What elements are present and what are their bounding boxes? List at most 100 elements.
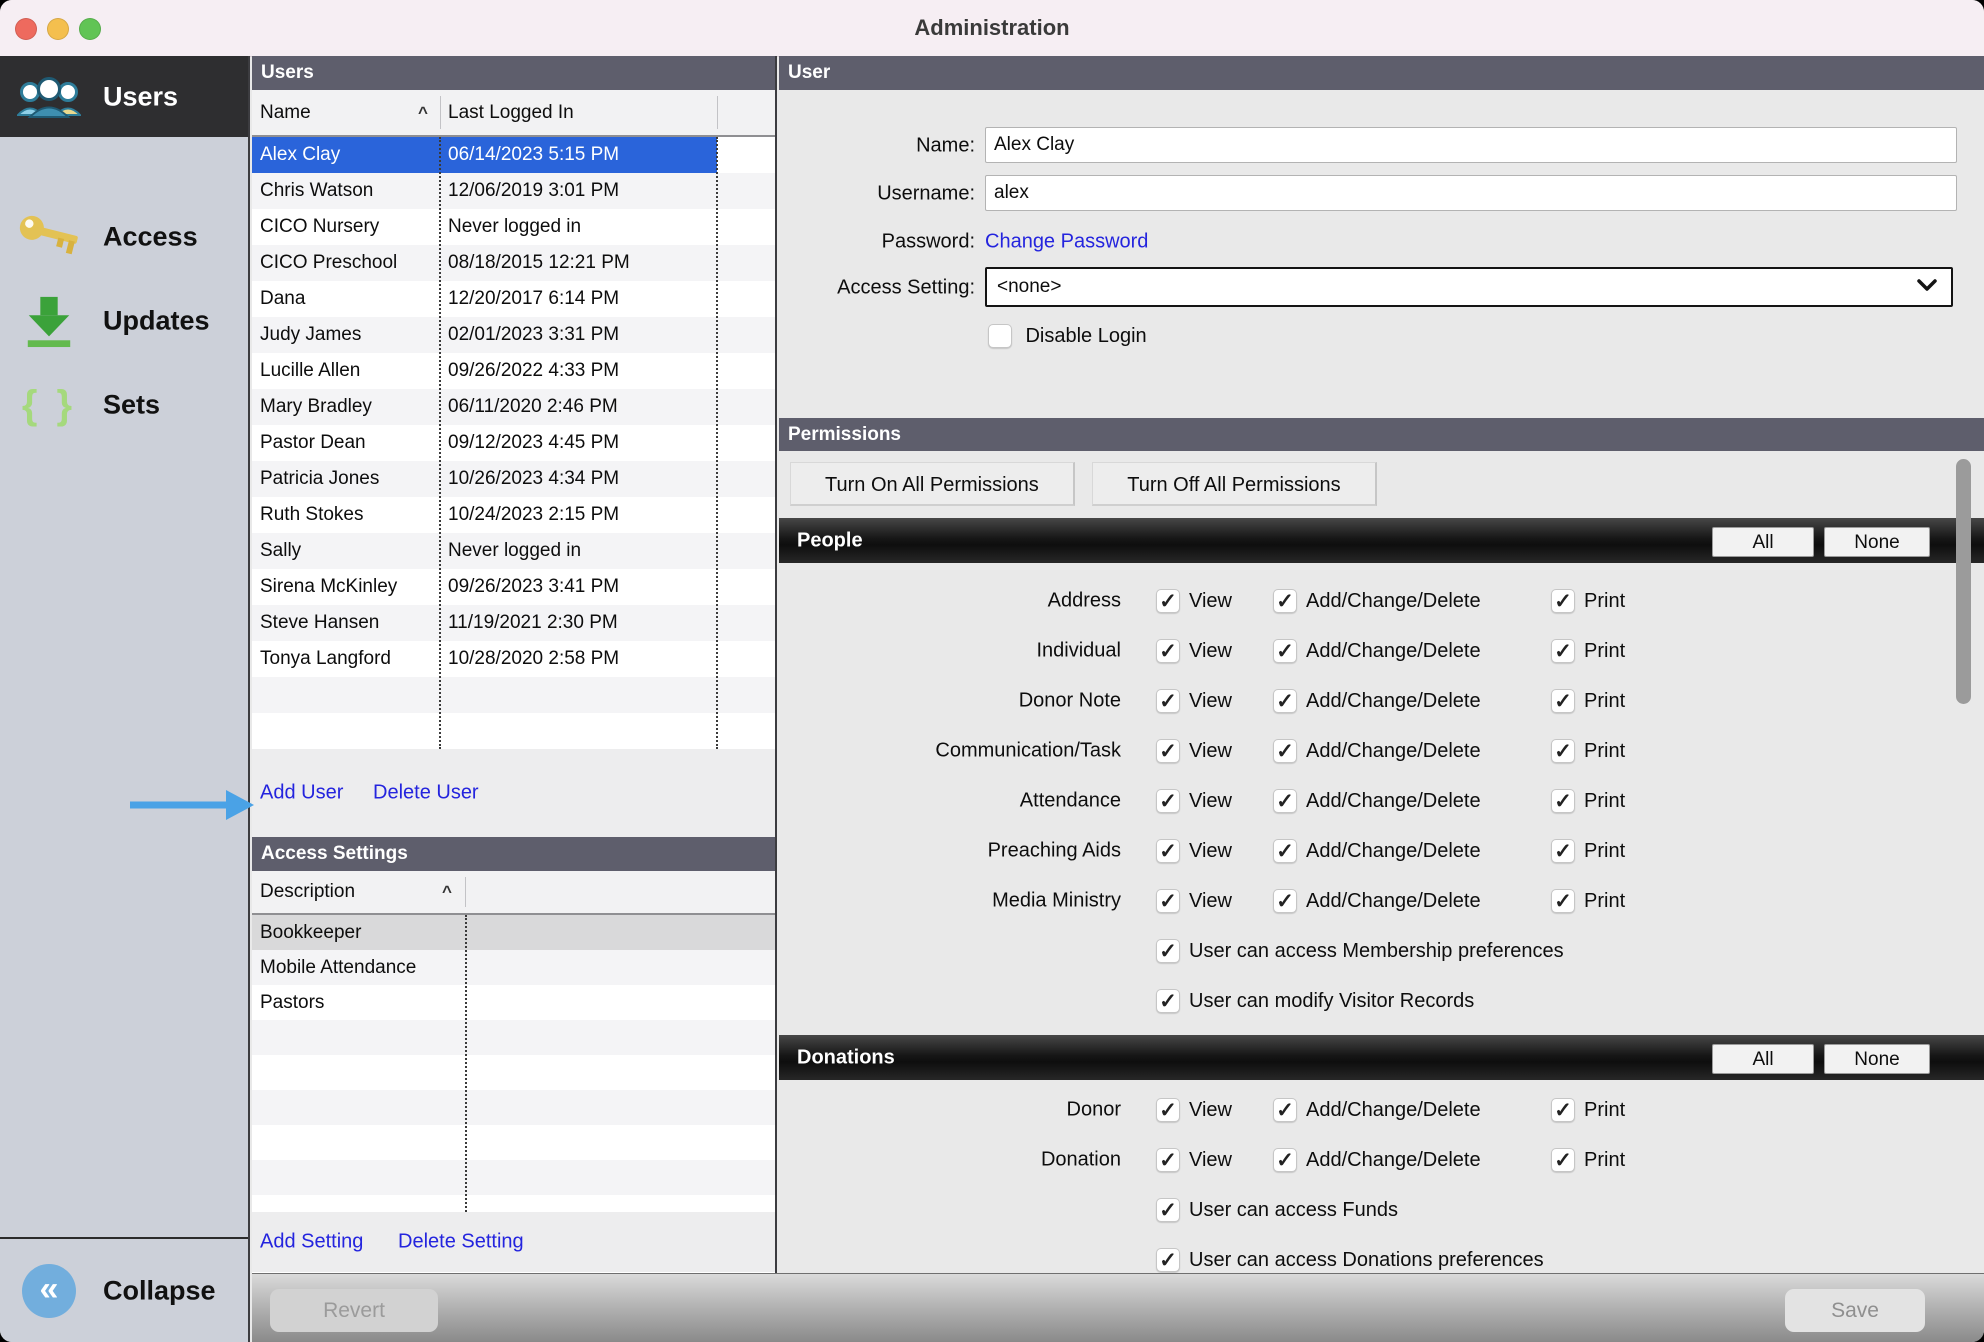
last-logged-in-cell: 09/26/2022 4:33 PM <box>448 360 620 381</box>
user-row[interactable]: Pastor Dean 09/12/2023 4:45 PM <box>252 425 775 461</box>
add-setting-link[interactable]: Add Setting <box>260 1231 363 1254</box>
view-checkbox[interactable]: ✓ <box>1156 589 1180 613</box>
user-row[interactable]: Tonya Langford 10/28/2020 2:58 PM <box>252 641 775 677</box>
username-input[interactable] <box>985 175 1957 211</box>
view-checkbox[interactable]: ✓ <box>1156 739 1180 763</box>
turn-off-all-permissions-button[interactable]: Turn Off All Permissions <box>1092 462 1377 506</box>
all-button[interactable]: All <box>1712 527 1814 557</box>
sidebar-item-access[interactable]: Access <box>0 196 248 278</box>
password-row: Password: Change Password <box>779 222 1984 262</box>
add-change-delete-checkbox[interactable]: ✓ <box>1273 839 1297 863</box>
view-checkbox[interactable]: ✓ <box>1156 889 1180 913</box>
user-row[interactable]: Sally Never logged in <box>252 533 775 569</box>
user-form: Name: Username: Password: Change Passwor… <box>779 90 1984 418</box>
access-setting-row[interactable]: Pastors <box>252 985 775 1020</box>
user-row[interactable]: Dana 12/20/2017 6:14 PM <box>252 281 775 317</box>
user-row[interactable]: Lucille Allen 09/26/2022 4:33 PM <box>252 353 775 389</box>
view-checkbox[interactable]: ✓ <box>1156 639 1180 663</box>
option-checkbox[interactable]: ✓ <box>1156 939 1180 963</box>
last-logged-in-cell: 10/26/2023 4:34 PM <box>448 468 620 489</box>
column-header-last-logged-in[interactable]: Last Logged In <box>448 102 574 124</box>
add-change-delete-checkbox[interactable]: ✓ <box>1273 1148 1297 1172</box>
add-change-delete-checkbox[interactable]: ✓ <box>1273 1098 1297 1122</box>
user-row[interactable]: Alex Clay 06/14/2023 5:15 PM <box>252 137 775 173</box>
add-user-link[interactable]: Add User <box>260 782 343 805</box>
user-row[interactable]: CICO Nursery Never logged in <box>252 209 775 245</box>
sidebar-item-updates[interactable]: Updates <box>0 280 248 362</box>
turn-on-all-permissions-button[interactable]: Turn On All Permissions <box>790 462 1075 506</box>
print-checkbox[interactable]: ✓ <box>1551 639 1575 663</box>
print-checkbox[interactable]: ✓ <box>1551 839 1575 863</box>
add-change-delete-checkbox[interactable]: ✓ <box>1273 689 1297 713</box>
none-button[interactable]: None <box>1824 527 1930 557</box>
column-header-name[interactable]: Name <box>260 102 311 124</box>
permission-row: Address ✓ View ✓ Add/Change/Delete ✓ Print <box>779 576 1984 626</box>
section-title-bar: Donations All None <box>779 1035 1984 1080</box>
view-checkbox[interactable]: ✓ <box>1156 1098 1180 1122</box>
checkbox-label: Add/Change/Delete <box>1306 889 1481 912</box>
last-logged-in-cell: 11/19/2021 2:30 PM <box>448 612 618 633</box>
user-row[interactable]: CICO Preschool 08/18/2015 12:21 PM <box>252 245 775 281</box>
checkbox-label: Print <box>1584 689 1626 712</box>
user-row[interactable]: Mary Bradley 06/11/2020 2:46 PM <box>252 389 775 425</box>
access-setting-row[interactable]: Mobile Attendance <box>252 950 775 985</box>
name-input[interactable] <box>985 127 1957 163</box>
add-change-delete-checkbox[interactable]: ✓ <box>1273 789 1297 813</box>
checkbox-label: View <box>1189 589 1232 612</box>
user-row[interactable]: Ruth Stokes 10/24/2023 2:15 PM <box>252 497 775 533</box>
change-password-link[interactable]: Change Password <box>985 231 1148 254</box>
user-row[interactable]: Sirena McKinley 09/26/2023 3:41 PM <box>252 569 775 605</box>
permission-row: Media Ministry ✓ View ✓ Add/Change/Delete ✓ Pr… <box>779 876 1984 926</box>
access-setting-row[interactable]: Bookkeeper <box>252 915 775 950</box>
view-checkbox[interactable]: ✓ <box>1156 1148 1180 1172</box>
print-checkbox[interactable]: ✓ <box>1551 689 1575 713</box>
view-checkbox[interactable]: ✓ <box>1156 789 1180 813</box>
view-checkbox[interactable]: ✓ <box>1156 689 1180 713</box>
all-button[interactable]: All <box>1712 1044 1814 1074</box>
view-checkbox[interactable]: ✓ <box>1156 839 1180 863</box>
print-checkbox[interactable]: ✓ <box>1551 789 1575 813</box>
print-checkbox[interactable]: ✓ <box>1551 589 1575 613</box>
print-checkbox[interactable]: ✓ <box>1551 1148 1575 1172</box>
print-checkbox[interactable]: ✓ <box>1551 739 1575 763</box>
user-name-cell: CICO Nursery <box>260 216 380 237</box>
disable-login-checkbox[interactable] <box>988 324 1012 348</box>
delete-user-link[interactable]: Delete User <box>373 782 479 805</box>
option-checkbox[interactable]: ✓ <box>1156 1198 1180 1222</box>
checkbox-label: Print <box>1584 839 1626 862</box>
users-and-settings-column: Users Name ^ Last Logged In Alex Clay 06/… <box>252 56 777 1342</box>
option-checkbox[interactable]: ✓ <box>1156 1248 1180 1272</box>
collapse-chevrons-icon[interactable]: « <box>22 1263 76 1318</box>
sidebar-item-sets[interactable]: { } Sets <box>0 364 248 446</box>
user-name-cell: Steve Hansen <box>260 612 380 633</box>
disable-login-label: Disable Login <box>1025 324 1147 347</box>
vertical-scrollbar[interactable] <box>1956 459 1971 704</box>
print-checkbox[interactable]: ✓ <box>1551 1098 1575 1122</box>
column-divider <box>439 137 441 749</box>
user-row[interactable]: Patricia Jones 10/26/2023 4:34 PM <box>252 461 775 497</box>
sidebar-item-users[interactable]: Users <box>0 56 248 137</box>
user-row[interactable]: Judy James 02/01/2023 3:31 PM <box>252 317 775 353</box>
access-setting-value: <none> <box>997 276 1062 297</box>
add-change-delete-checkbox[interactable]: ✓ <box>1273 639 1297 663</box>
checkbox-label: Print <box>1584 789 1626 812</box>
add-change-delete-checkbox[interactable]: ✓ <box>1273 889 1297 913</box>
save-button[interactable]: Save <box>1785 1289 1925 1332</box>
collapse-row[interactable]: « Collapse <box>0 1237 248 1342</box>
add-change-delete-checkbox[interactable]: ✓ <box>1273 739 1297 763</box>
sort-ascending-icon: ^ <box>418 102 428 122</box>
user-row[interactable]: Steve Hansen 11/19/2021 2:30 PM <box>252 605 775 641</box>
option-checkbox[interactable]: ✓ <box>1156 989 1180 1013</box>
column-header-description[interactable]: Description <box>260 881 355 903</box>
add-change-delete-checkbox[interactable]: ✓ <box>1273 589 1297 613</box>
none-button[interactable]: None <box>1824 1044 1930 1074</box>
callout-arrow-icon <box>130 787 254 828</box>
revert-button[interactable]: Revert <box>270 1289 438 1332</box>
print-checkbox[interactable]: ✓ <box>1551 889 1575 913</box>
permissions-buttons: Turn On All Permissions Turn Off All Per… <box>790 462 1390 506</box>
user-row[interactable]: Chris Watson 12/06/2019 3:01 PM <box>252 173 775 209</box>
access-setting-select[interactable]: <none> <box>985 267 1953 307</box>
empty-row <box>252 1020 775 1055</box>
extra-permission-row: ✓ User can access Donations preferences <box>779 1235 1984 1273</box>
delete-setting-link[interactable]: Delete Setting <box>398 1231 524 1254</box>
